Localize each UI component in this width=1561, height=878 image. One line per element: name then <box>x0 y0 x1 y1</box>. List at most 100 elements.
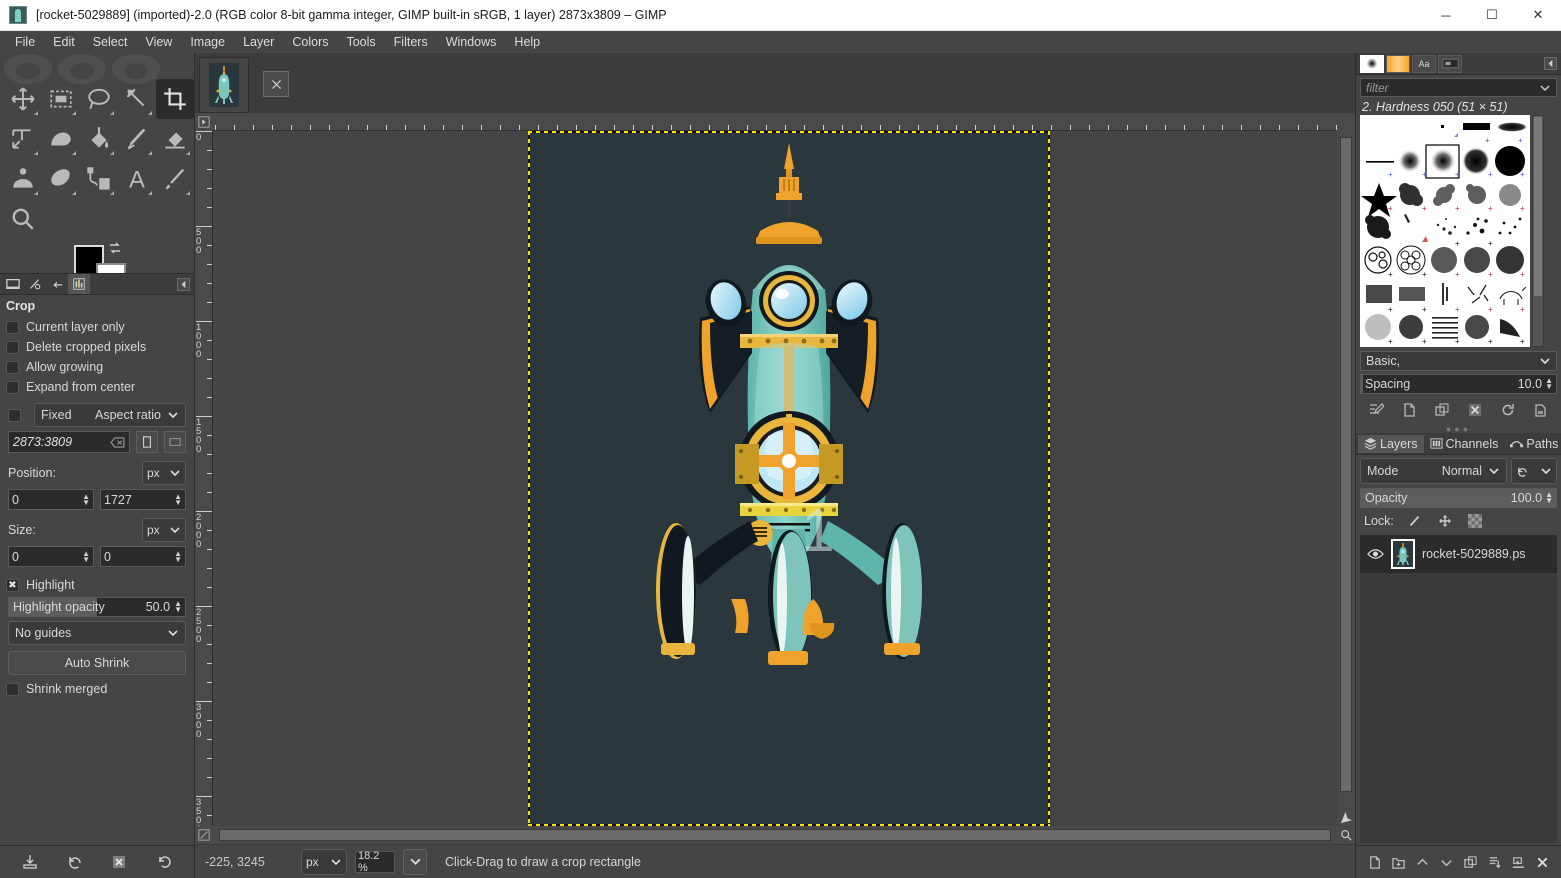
lock-position-button[interactable] <box>1436 512 1454 530</box>
checkbox[interactable]: ✖ <box>6 579 19 592</box>
text-tool[interactable]: A <box>118 159 156 199</box>
position-y-spinner[interactable]: 1727 ▲▼ <box>100 489 186 510</box>
new-brush-button[interactable] <box>1400 401 1418 419</box>
open-brush-as-image-button[interactable] <box>1532 401 1550 419</box>
guides-combo[interactable]: No guides <box>8 621 186 645</box>
checkbox[interactable] <box>6 381 19 394</box>
auto-shrink-button[interactable]: Auto Shrink <box>8 651 186 675</box>
new-layer-group-button[interactable] <box>1389 853 1407 871</box>
duplicate-brush-button[interactable] <box>1433 401 1451 419</box>
highlight-opacity-slider[interactable]: Highlight opacity 50.0 ▲▼ <box>8 597 186 617</box>
option-delete-cropped-pixels[interactable]: Delete cropped pixels <box>0 337 194 357</box>
chevron-down-icon[interactable] <box>1539 82 1551 94</box>
tab-channels[interactable]: Channels <box>1424 435 1505 453</box>
checkbox[interactable] <box>6 341 19 354</box>
tab-images[interactable] <box>68 274 90 294</box>
option-allow-growing[interactable]: Allow growing <box>0 357 194 377</box>
horizontal-scrollbar[interactable] <box>213 826 1337 844</box>
position-x-spinner[interactable]: 0 ▲▼ <box>8 489 94 510</box>
ruler-origin-button[interactable] <box>195 113 213 131</box>
brush-filter-input[interactable]: filter <box>1360 78 1557 97</box>
raise-layer-button[interactable] <box>1413 853 1431 871</box>
menu-view[interactable]: View <box>136 33 181 51</box>
anchor-layer-button[interactable] <box>1486 853 1504 871</box>
zoom-tool[interactable] <box>4 199 42 239</box>
crop-tool[interactable] <box>156 79 194 119</box>
layer-visibility-toggle[interactable] <box>1366 545 1384 563</box>
lock-alpha-button[interactable] <box>1466 512 1484 530</box>
edit-brush-button[interactable] <box>1367 401 1385 419</box>
unified-transform-tool[interactable] <box>4 119 42 159</box>
warp-transform-tool[interactable] <box>42 119 80 159</box>
spinner-arrows[interactable]: ▲▼ <box>174 551 182 563</box>
fonts-tab[interactable]: Aa <box>1412 55 1436 73</box>
vertical-ruler[interactable]: 0500100015002000250030003500 <box>195 131 213 826</box>
brushes-dock-menu-icon[interactable] <box>1544 57 1557 70</box>
fixed-aspect-combo[interactable]: Fixed Aspect ratio <box>34 403 186 427</box>
vertical-scroll-thumb[interactable] <box>1340 137 1352 792</box>
move-tool[interactable] <box>4 79 42 119</box>
table-row[interactable]: rocket-5029889.ps <box>1360 535 1557 573</box>
swap-colors-icon[interactable] <box>108 241 122 255</box>
reset-tool-options-button[interactable] <box>155 853 173 871</box>
maximize-button[interactable]: ☐ <box>1469 0 1515 31</box>
option-current-layer-only[interactable]: Current layer only <box>0 317 194 337</box>
spinner-arrows[interactable]: ▲▼ <box>174 494 182 506</box>
brush-set-combo[interactable]: Basic, <box>1360 351 1557 371</box>
rectangle-select-tool[interactable] <box>42 79 80 119</box>
spinner-arrows[interactable]: ▲▼ <box>1545 378 1556 390</box>
fixed-checkbox[interactable] <box>8 409 21 422</box>
menu-windows[interactable]: Windows <box>437 33 506 51</box>
checkbox[interactable] <box>6 683 19 696</box>
option-highlight[interactable]: ✖ Highlight <box>0 575 194 595</box>
refresh-brushes-button[interactable] <box>1499 401 1517 419</box>
menu-image[interactable]: Image <box>181 33 234 51</box>
tab-undo-history[interactable] <box>46 274 68 294</box>
statusbar-unit-combo[interactable]: px <box>301 849 347 875</box>
close-image-tab-button[interactable] <box>263 71 289 97</box>
spinner-arrows[interactable]: ▲▼ <box>82 551 90 563</box>
patterns-tab[interactable] <box>1386 55 1410 73</box>
checkbox[interactable] <box>6 321 19 334</box>
checkbox[interactable] <box>6 361 19 374</box>
lower-layer-button[interactable] <box>1437 853 1455 871</box>
menu-tools[interactable]: Tools <box>337 33 384 51</box>
tab-layers[interactable]: Layers <box>1358 435 1424 453</box>
zoom-preset-dropdown[interactable] <box>403 849 427 875</box>
delete-brush-button[interactable] <box>1466 401 1484 419</box>
zoom-image-button[interactable] <box>1337 826 1355 844</box>
image-sheet[interactable]: 1 <box>528 131 1050 826</box>
menu-help[interactable]: Help <box>505 33 549 51</box>
size-unit-combo[interactable]: px <box>142 518 186 542</box>
layer-opacity-slider[interactable]: Opacity 100.0 ▲▼ <box>1360 488 1557 508</box>
restore-tool-options-button[interactable] <box>66 853 84 871</box>
layer-list[interactable]: rocket-5029889.ps <box>1360 535 1557 843</box>
menu-select[interactable]: Select <box>84 33 137 51</box>
menu-filters[interactable]: Filters <box>385 33 437 51</box>
layer-mode-combo[interactable]: Mode Normal <box>1360 458 1507 484</box>
dock-separator-handle[interactable]: ●●● <box>1356 425 1561 433</box>
document-history-tab[interactable] <box>1438 55 1462 73</box>
clone-tool[interactable] <box>4 159 42 199</box>
bucket-fill-tool[interactable] <box>80 119 118 159</box>
paths-tool[interactable] <box>80 159 118 199</box>
menu-layer[interactable]: Layer <box>234 33 283 51</box>
delete-tool-options-button[interactable] <box>110 853 128 871</box>
smudge-tool[interactable] <box>42 159 80 199</box>
portrait-orientation-button[interactable] <box>136 431 158 453</box>
brushes-tab[interactable] <box>1360 55 1384 73</box>
spinner-arrows[interactable]: ▲▼ <box>1545 492 1556 504</box>
vertical-scrollbar[interactable] <box>1337 131 1355 826</box>
image-canvas[interactable]: 1 <box>213 131 1337 826</box>
brush-scroll-thumb[interactable] <box>1534 117 1542 296</box>
position-unit-combo[interactable]: px <box>142 461 186 485</box>
dock-menu-icon[interactable] <box>177 278 190 291</box>
free-select-tool[interactable] <box>80 79 118 119</box>
brush-grid-scrollbar[interactable] <box>1532 115 1544 347</box>
background-color-swatch[interactable] <box>96 263 126 273</box>
eraser-tool[interactable] <box>156 119 194 159</box>
landscape-orientation-button[interactable] <box>164 431 186 453</box>
new-layer-button[interactable] <box>1365 853 1383 871</box>
horizontal-scroll-thumb[interactable] <box>219 829 1331 841</box>
navigation-preview-button[interactable] <box>1339 810 1353 824</box>
